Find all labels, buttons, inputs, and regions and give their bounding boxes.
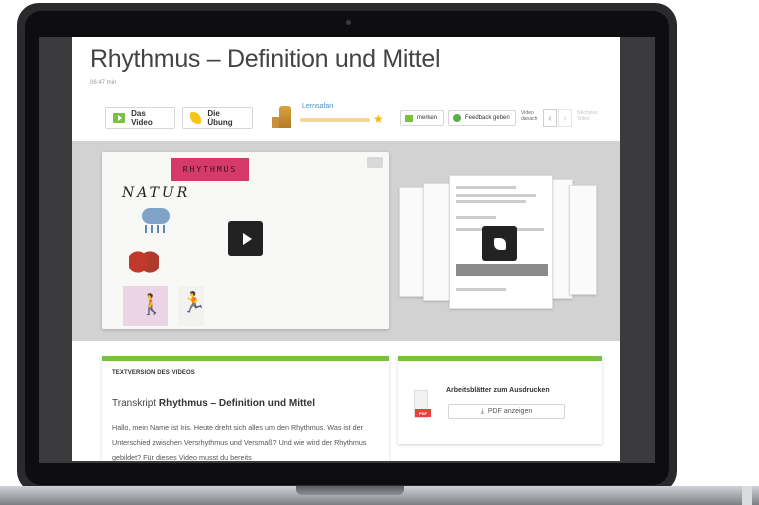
transcript-card: TEXTVERSION DES VIDEOS Transkript Rhythm… — [102, 356, 389, 461]
exercise-start-button[interactable] — [482, 226, 517, 261]
video-play-icon — [113, 113, 126, 123]
video-player[interactable]: RHYTHMUS NATUR 🚶 🏃 — [102, 152, 389, 329]
chat-icon — [453, 114, 461, 122]
sheet-line — [456, 200, 526, 203]
webcam — [346, 20, 351, 25]
transcript-prefix: Transkript — [112, 398, 157, 409]
tab-video-label: Das Video — [131, 109, 153, 127]
next-video-label: Nächstes Video — [577, 110, 598, 122]
next-video-button[interactable]: › — [558, 109, 572, 127]
transcript-lesson-title: Rhythmus – Definition und Mittel — [158, 398, 315, 409]
subtitles-icon[interactable] — [367, 157, 383, 168]
sheet-line — [456, 288, 506, 291]
lernsafari-tower-icon — [279, 106, 291, 128]
video-board-sign: RHYTHMUS — [171, 158, 249, 181]
star-icon: ★ — [373, 112, 384, 126]
transcript-body: Hallo, mein Name ist Iris. Heute dreht s… — [112, 423, 367, 461]
lernsafari-progress-bar — [300, 118, 370, 122]
feedback-label: Feedback geben — [465, 115, 510, 121]
pencil-icon — [190, 112, 202, 124]
worksheets-card: PDF Arbeitsblätter zum Ausdrucken ⤓ PDF … — [398, 356, 602, 444]
exercise-sheet — [399, 187, 425, 297]
laptop-base-end — [742, 486, 752, 505]
chevron-left-icon: ‹ — [548, 112, 552, 124]
exercise-sheet — [569, 185, 597, 295]
sheet-line — [456, 216, 496, 219]
transcript-section-heading: TEXTVERSION DES VIDEOS — [112, 370, 195, 376]
browser-page: Rhythmus – Definition und Mittel 06:47 m… — [72, 37, 620, 461]
pdf-view-label: PDF anzeigen — [487, 408, 533, 415]
lernsafari-label: Lernsafari — [302, 103, 334, 110]
pdf-badge: PDF — [415, 409, 431, 417]
bookmark-icon — [405, 114, 413, 122]
merken-button[interactable]: merken — [400, 110, 444, 126]
sheet-line — [456, 186, 516, 189]
merken-label: merken — [417, 115, 438, 121]
tab-video[interactable]: Das Video — [105, 107, 175, 129]
rain-cloud-illustration — [142, 208, 170, 224]
page-title: Rhythmus – Definition und Mittel — [90, 45, 441, 73]
video-danach-label: Video danach — [521, 110, 538, 122]
lungs-illustration — [129, 247, 159, 277]
download-icon: ⤓ — [480, 407, 484, 415]
worksheets-title: Arbeitsblätter zum Ausdrucken — [446, 387, 550, 394]
lernsafari-progress[interactable]: Lernsafari ★ — [272, 99, 388, 131]
walker-figure: 🚶 — [139, 294, 164, 316]
laptop-notch — [296, 486, 404, 495]
sheet-answer-bar — [456, 264, 548, 276]
sheet-line — [456, 194, 536, 197]
tab-exercise[interactable]: Die Übung — [182, 107, 253, 129]
tab-exercise-label: Die Übung — [207, 109, 233, 127]
video-play-button[interactable] — [228, 221, 263, 256]
feedback-button[interactable]: Feedback geben — [448, 110, 516, 126]
chevron-right-icon: › — [563, 112, 567, 124]
rain-illustration — [145, 225, 167, 233]
transcript-title: Transkript Rhythmus – Definition und Mit… — [112, 398, 315, 409]
video-board-text: NATUR — [122, 185, 191, 201]
pdf-view-button[interactable]: ⤓ PDF anzeigen — [448, 404, 565, 419]
previous-video-button[interactable]: ‹ — [543, 109, 557, 127]
video-duration: 06:47 min — [90, 80, 117, 86]
runner-figure: 🏃 — [181, 292, 206, 314]
